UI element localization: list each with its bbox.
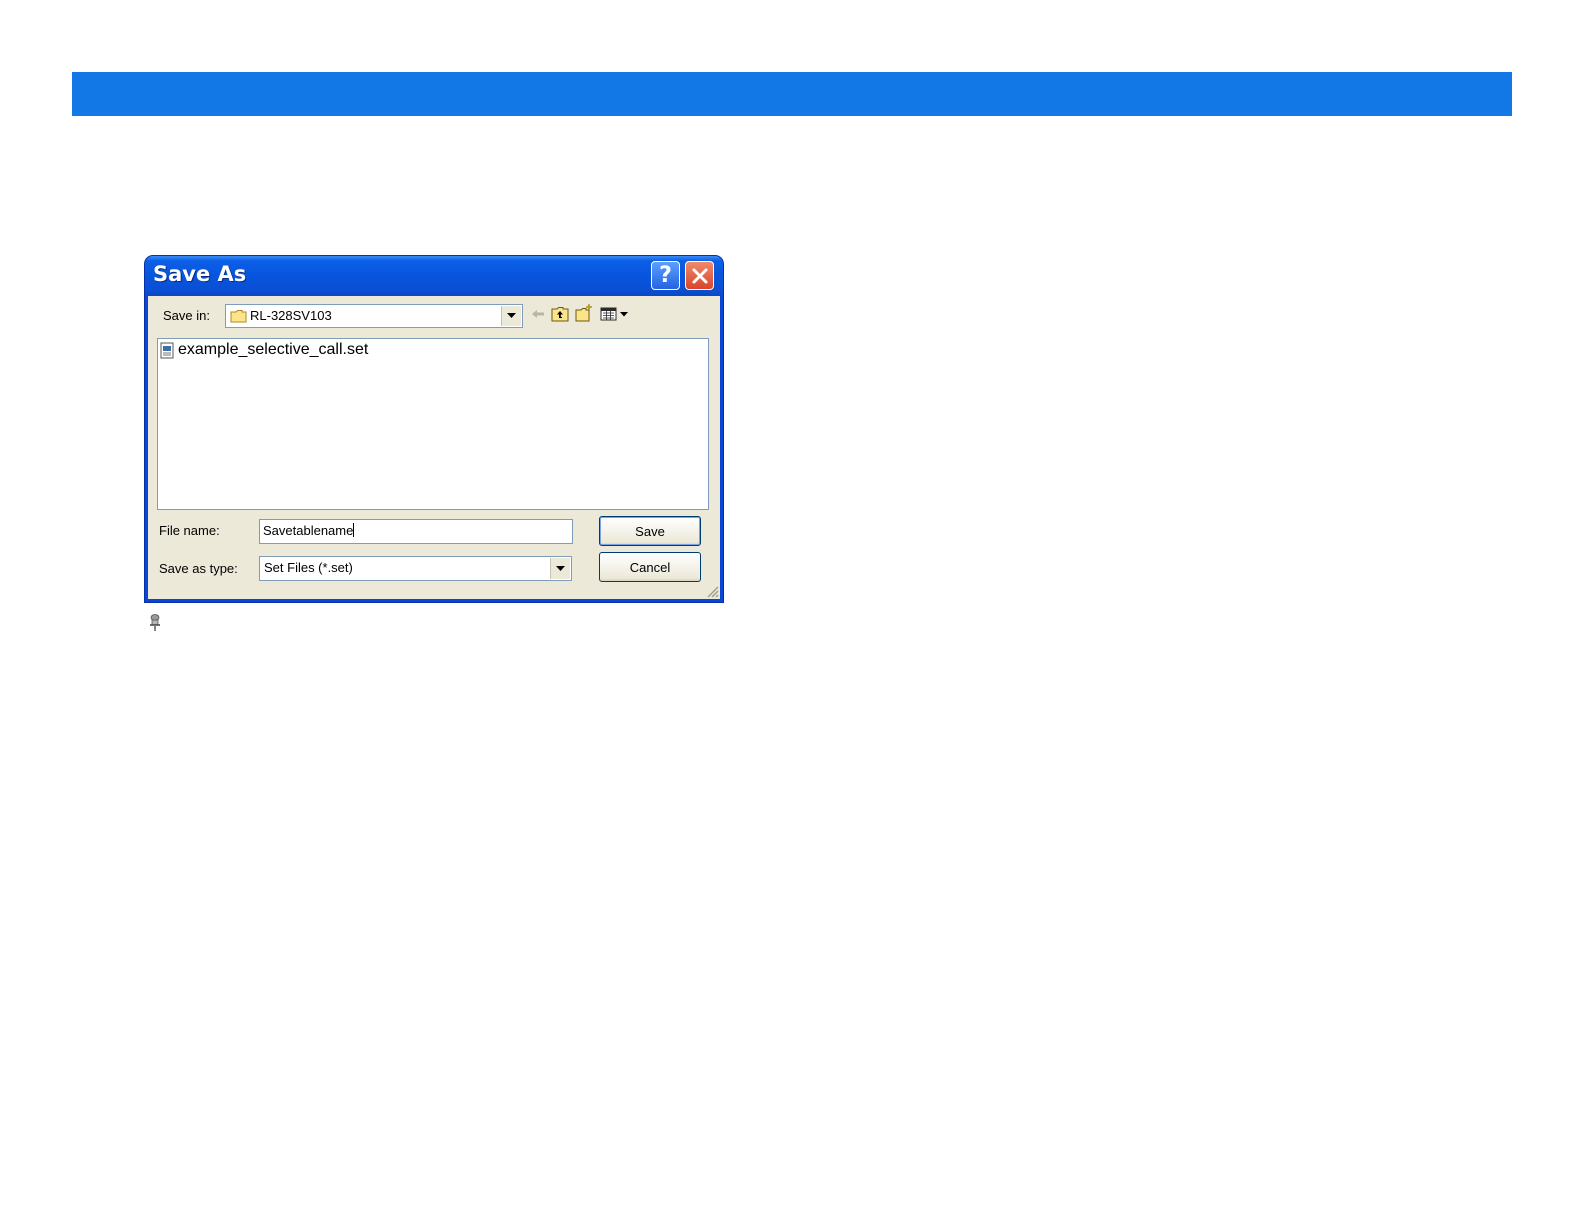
dialog-title: Save As (153, 262, 247, 286)
save-as-type-label: Save as type: (159, 561, 238, 576)
close-button[interactable] (685, 261, 714, 290)
resize-grip-icon[interactable] (705, 584, 719, 598)
up-folder-icon[interactable] (551, 306, 569, 322)
dialog-titlebar[interactable]: Save As ? (145, 256, 723, 296)
help-button[interactable]: ? (651, 261, 680, 290)
back-arrow-icon[interactable] (530, 306, 546, 322)
file-list-item[interactable]: example_selective_call.set (160, 341, 368, 359)
save-in-dropdown-arrow[interactable] (501, 306, 521, 326)
save-button[interactable]: Save (599, 516, 701, 546)
cancel-button[interactable]: Cancel (599, 552, 701, 582)
text-caret (353, 523, 355, 537)
new-folder-icon[interactable] (575, 303, 593, 322)
save-in-label: Save in: (163, 308, 210, 323)
top-banner (72, 72, 1512, 116)
save-as-type-value: Set Files (*.set) (264, 560, 353, 575)
help-icon: ? (659, 262, 672, 288)
save-as-type-dropdown[interactable]: Set Files (*.set) (259, 556, 572, 581)
save-as-type-dropdown-arrow[interactable] (550, 558, 570, 579)
file-name: example_selective_call.set (178, 341, 369, 358)
file-name-input[interactable]: Savetablename (259, 519, 573, 544)
save-in-dropdown[interactable]: RL-328SV103 (225, 304, 523, 328)
file-name-label: File name: (159, 523, 220, 538)
pushpin-icon (150, 614, 160, 631)
file-list[interactable]: example_selective_call.set (157, 338, 709, 510)
chevron-down-icon (507, 313, 516, 318)
folder-icon (230, 310, 247, 323)
view-menu-icon[interactable] (600, 306, 630, 322)
file-name-value: Savetablename (263, 523, 354, 538)
chevron-down-icon (556, 565, 565, 571)
close-icon (692, 268, 707, 283)
save-as-dialog: Save As ? Save in: RL-328SV103 example_s… (145, 256, 723, 602)
set-file-icon (160, 342, 174, 358)
save-in-value: RL-328SV103 (250, 308, 332, 323)
